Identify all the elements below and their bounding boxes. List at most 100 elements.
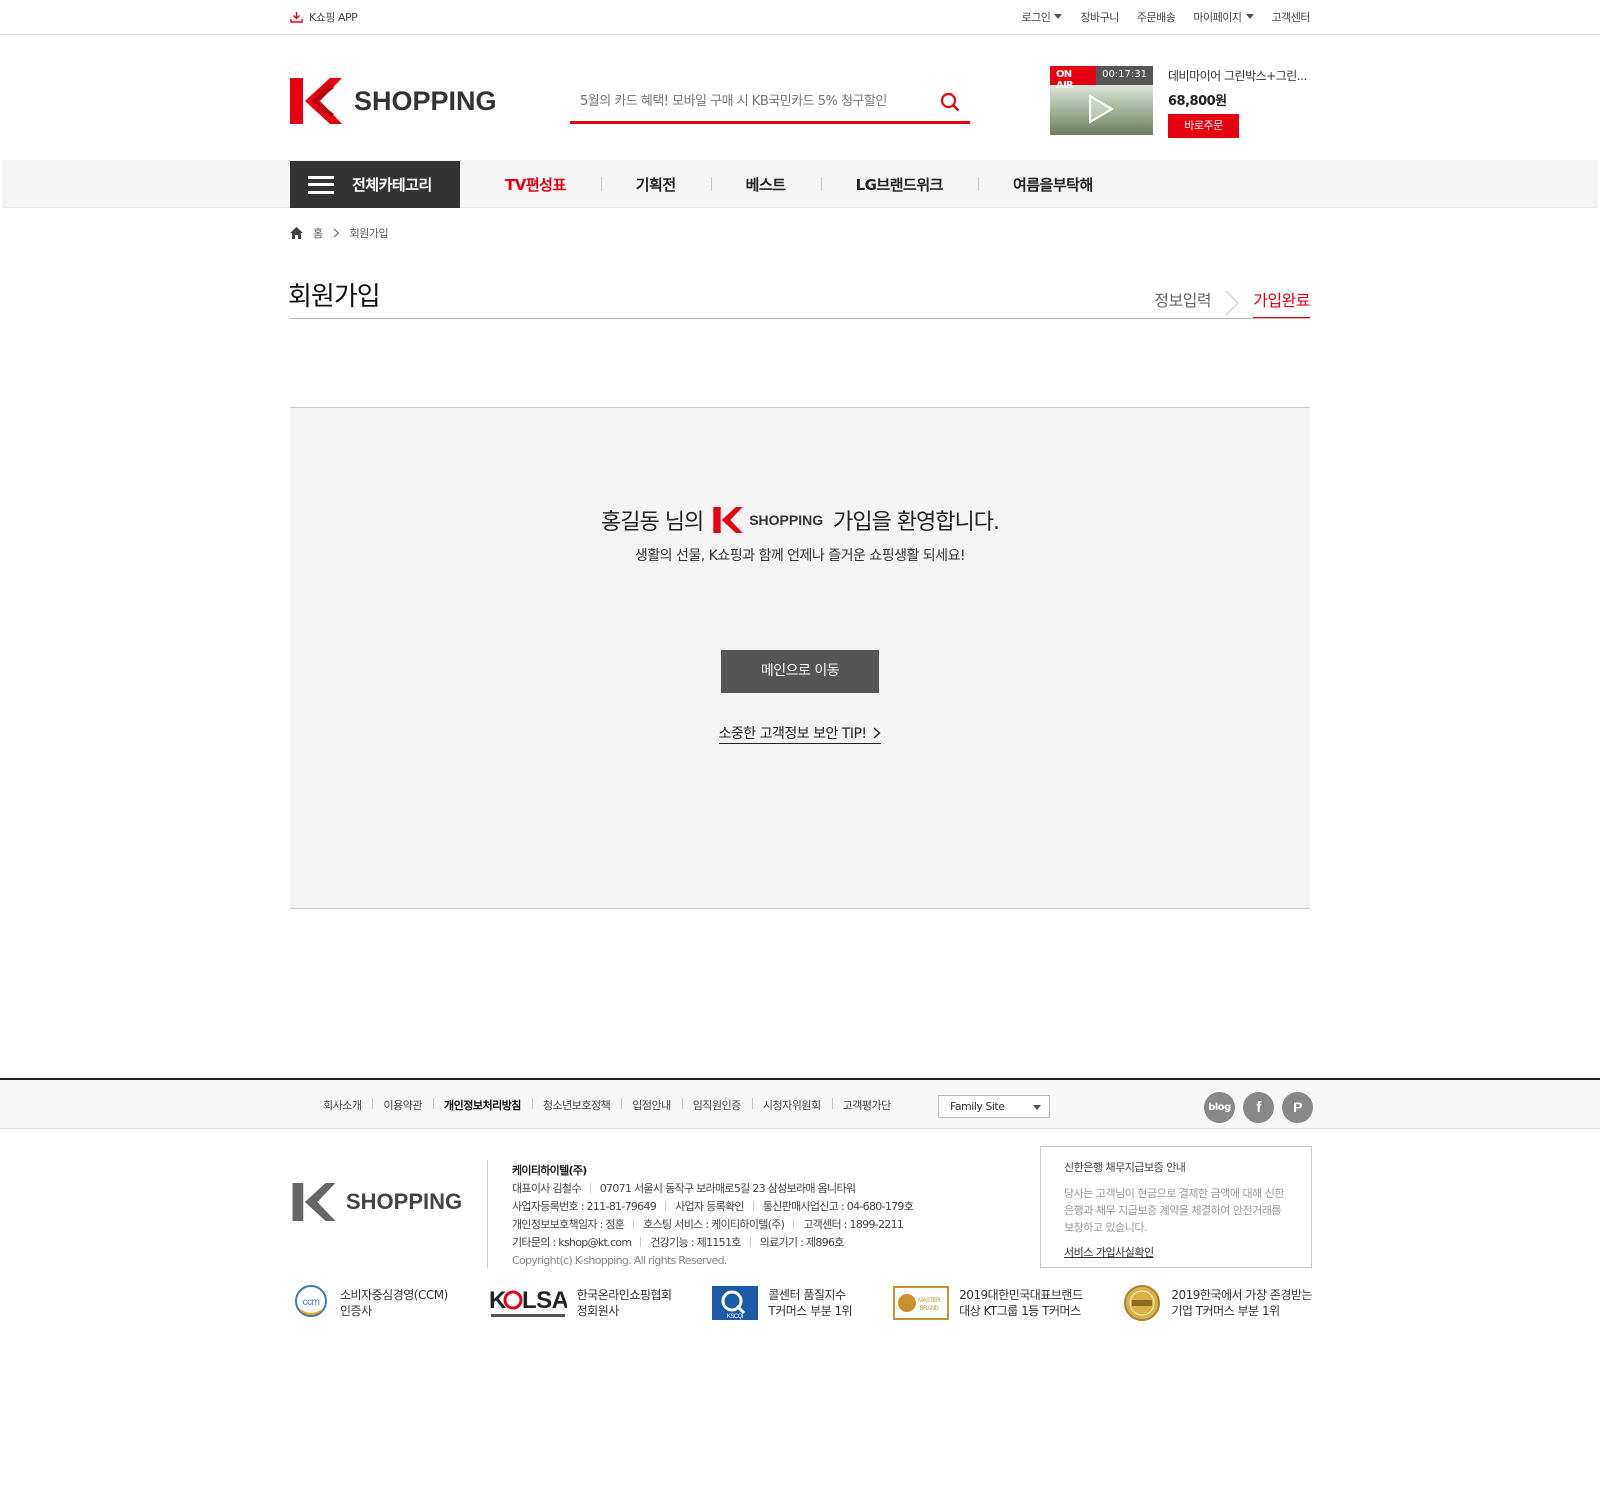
breadcrumb: 홈 회원가입: [290, 225, 389, 241]
health-func: 건강기능 : 제1151호: [650, 1236, 741, 1249]
footer-logo-text: SHOPPING: [346, 1189, 463, 1214]
footer-divider: [487, 1160, 488, 1268]
award-master-brand: MASTER BRAND 2019대한민국대표브랜드 대상 KT그룹 1등 T커머스: [893, 1284, 1083, 1322]
onair-thumbnail[interactable]: ON AIR 00:17:31: [1050, 66, 1153, 135]
onair-product-name[interactable]: 데비마이어 그린박스+그린...: [1168, 67, 1318, 84]
footer-link-youth[interactable]: 청소년보호정책: [531, 1097, 621, 1113]
award-most-admired-line1: 2019한국에서 가장 존경받는: [1171, 1288, 1312, 1302]
mail-order-no: 통신판매사업신고 : 04-680-179호: [762, 1200, 914, 1213]
utility-menu: 로그인 장바구니 주문배송 마이페이지 고객센터: [1022, 9, 1311, 25]
play-icon[interactable]: [1088, 94, 1114, 124]
footer-link-employee[interactable]: 임직원인증: [681, 1097, 752, 1113]
award-master-brand-line1: 2019대한민국대표브랜드: [959, 1288, 1083, 1302]
footer-logo: SHOPPING: [292, 1183, 462, 1221]
guarantee-title: 신한은행 채무지급보증 안내: [1064, 1161, 1186, 1174]
footer-links: 회사소개 이용약관 개인정보처리방침 청소년보호정책 입점안내 임직원인증 시청…: [312, 1097, 902, 1113]
security-tip-label: 소중한 고객정보 보안 TIP!: [718, 726, 882, 744]
blog-icon[interactable]: blog: [1204, 1092, 1235, 1123]
footer-link-partner[interactable]: 입점안내: [621, 1097, 681, 1113]
chevron-right-icon: [333, 228, 340, 238]
search-input[interactable]: [570, 84, 930, 118]
footer-link-terms[interactable]: 이용약관: [372, 1097, 432, 1113]
award-most-admired: 2019한국에서 가장 존경받는 기업 T커머스 부분 1위: [1123, 1284, 1312, 1322]
breadcrumb-current: 회원가입: [349, 227, 389, 240]
k-logo-icon: [713, 507, 743, 533]
guarantee-desc: 당사는 고객님이 현금으로 결제한 금액에 대해 신한은행과 채무 지급보증 계…: [1064, 1187, 1285, 1234]
welcome-subtitle: 생활의 선물, K쇼핑과 함께 언제나 즐거운 쇼핑생활 되세요!: [634, 548, 966, 564]
cart-link[interactable]: 장바구니: [1080, 9, 1119, 25]
app-label: K쇼핑 APP: [309, 11, 358, 24]
page-title: 회원가입: [288, 282, 381, 312]
login-link[interactable]: 로그인: [1022, 9, 1063, 25]
app-download-link[interactable]: K쇼핑 APP: [290, 9, 358, 25]
master-brand-badge-icon: MASTER BRAND: [893, 1284, 950, 1322]
search-button[interactable]: [940, 92, 960, 116]
guarantee-box: 신한은행 채무지급보증 안내 당사는 고객님이 현금으로 결제한 금액에 대해 …: [1040, 1146, 1312, 1268]
all-categories-button[interactable]: 전체카테고리: [290, 161, 460, 208]
welcome-logo-text: SHOPPING: [749, 512, 824, 528]
footer-link-privacy[interactable]: 개인정보처리방침: [432, 1097, 532, 1113]
welcome-suffix: 가입을 환영합니다.: [833, 510, 1000, 535]
site-logo[interactable]: SHOPPING: [290, 78, 497, 124]
kscqi-badge-icon: KSCQI: [712, 1284, 759, 1322]
svg-text:BRAND: BRAND: [920, 1306, 940, 1312]
gnb-item-promotions[interactable]: 기획전: [600, 174, 711, 195]
other-inquiry: 기타문의 : kshop@kt.com: [512, 1236, 632, 1249]
step-arrow-icon: [1225, 290, 1239, 316]
mypage-link[interactable]: 마이페이지: [1193, 9, 1253, 25]
signup-steps: 정보입력 가입완료: [1154, 287, 1310, 319]
go-main-button[interactable]: 메인으로 이동: [721, 650, 879, 693]
gnb-item-best[interactable]: 베스트: [710, 174, 821, 195]
footer-link-company[interactable]: 회사소개: [312, 1097, 372, 1113]
svg-text:MASTER: MASTER: [918, 1298, 941, 1304]
customer-center-link[interactable]: 고객센터: [1272, 9, 1311, 25]
facebook-icon[interactable]: f: [1243, 1092, 1274, 1123]
award-kolsa: K LSA 한국온라인쇼핑협회 정회원사: [488, 1284, 672, 1322]
title-divider: [290, 318, 1310, 319]
gnb-item-summer[interactable]: 여름을부탁해: [977, 174, 1128, 195]
post-icon[interactable]: P: [1282, 1092, 1313, 1123]
kolsa-logo-icon: K LSA: [488, 1284, 567, 1322]
search-icon: [940, 92, 960, 112]
welcome-logo: SHOPPING: [713, 507, 823, 533]
gnb-item-tv-schedule[interactable]: TV편성표: [470, 174, 601, 195]
biz-check-link[interactable]: 사업자 등록확인: [675, 1200, 744, 1213]
gnb-item-lg-brand-week[interactable]: LG브랜드위크: [820, 174, 978, 195]
top-utility-bar: K쇼핑 APP 로그인 장바구니 주문배송 마이페이지 고객센터: [0, 0, 1600, 35]
onair-product-price: 68,800원: [1168, 94, 1227, 109]
guarantee-link[interactable]: 서비스 가입사실확인: [1064, 1244, 1288, 1260]
security-tip-link[interactable]: 소중한 고객정보 보안 TIP!: [290, 723, 1310, 744]
buy-now-button[interactable]: 바로주문: [1168, 114, 1239, 138]
ceo: 대표이사 김철수: [512, 1182, 581, 1195]
address: 07071 서울시 동작구 보라매로5길 23 삼성보라매 옴니타워: [599, 1182, 856, 1195]
svg-text:LSA: LSA: [522, 1287, 567, 1314]
footer-link-evaluators[interactable]: 고객평가단: [831, 1097, 902, 1113]
award-kscqi-line1: 콜센터 품질지수: [768, 1288, 846, 1302]
onair-badge: ON AIR 00:17:31: [1050, 66, 1153, 91]
family-site-select[interactable]: Family Site: [938, 1095, 1050, 1118]
award-kscqi: KSCQI 콜센터 품질지수 T커머스 부분 1위: [712, 1284, 853, 1322]
onair-timer: 00:17:31: [1096, 66, 1153, 85]
award-ccm-line1: 소비자중심경영(CCM): [340, 1288, 448, 1302]
logo-text: SHOPPING: [354, 85, 497, 116]
k-logo-gray-icon: [292, 1183, 336, 1221]
step-info-input: 정보입력: [1154, 291, 1212, 310]
svg-text:KSCQI: KSCQI: [727, 1314, 744, 1320]
award-ccm: ccm 소비자중심경영(CCM) 인증사: [292, 1284, 448, 1322]
most-admired-badge-icon: [1123, 1284, 1161, 1322]
breadcrumb-home[interactable]: 홈: [313, 225, 323, 241]
welcome-name: 홍길동 님의: [600, 510, 704, 535]
download-icon: [290, 12, 303, 23]
order-delivery-link[interactable]: 주문배송: [1137, 9, 1176, 25]
step-complete: 가입완료: [1253, 287, 1310, 319]
k-logo-icon: [290, 78, 342, 124]
cs-center: 고객센터 : 1899-2211: [803, 1218, 904, 1231]
footer-link-viewer-committee[interactable]: 시청자위원회: [751, 1097, 832, 1113]
ccm-badge-icon: ccm: [292, 1284, 330, 1322]
hamburger-icon: [308, 175, 334, 194]
welcome-message: 홍길동 님의 SHOPPING 가입을 환영합니다.: [290, 504, 1310, 536]
home-icon[interactable]: [290, 227, 303, 239]
security-tip-text: 소중한 고객정보 보안 TIP!: [718, 726, 868, 742]
award-kscqi-line2: T커머스 부분 1위: [768, 1304, 853, 1318]
award-kolsa-line1: 한국온라인쇼핑협회: [576, 1288, 672, 1302]
